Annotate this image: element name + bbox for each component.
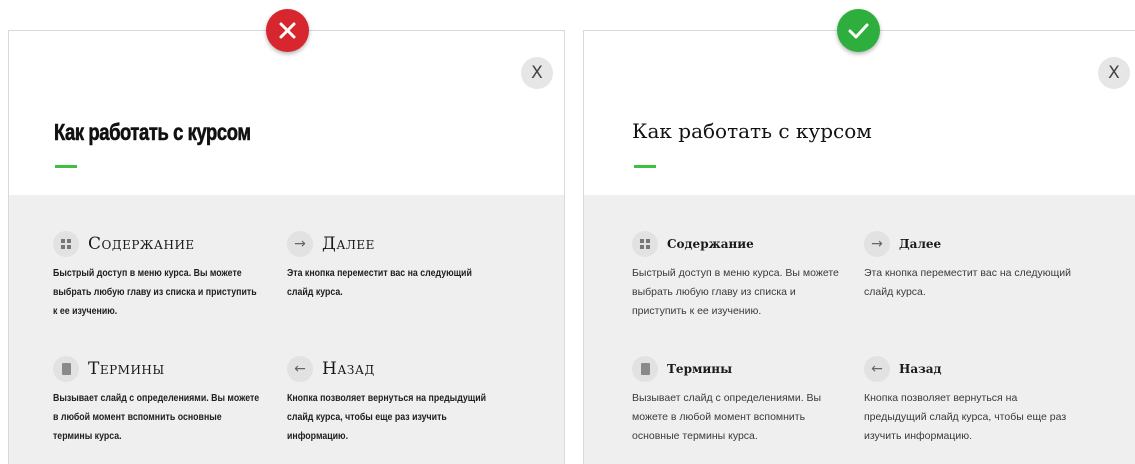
item-description: Быстрый доступ в меню курса. Вы можете в… — [632, 267, 839, 317]
item-description: Вызывает слайд с определениями. Вы может… — [632, 392, 822, 442]
arrow-right-icon[interactable]: → — [864, 231, 890, 257]
book-icon[interactable] — [53, 356, 79, 382]
item-title: Назад — [322, 359, 375, 379]
arrow-left-icon[interactable]: ← — [287, 356, 313, 382]
book-icon[interactable] — [632, 356, 658, 382]
contents-item: Содержание Быстрый доступ в меню курса. … — [632, 231, 842, 321]
item-description: Эта кнопка переместит вас на следующий с… — [287, 268, 472, 298]
item-title: Далее — [899, 237, 942, 251]
item-title: Термины — [667, 362, 733, 376]
title-underline — [55, 165, 77, 168]
item-description: Эта кнопка переместит вас на следующий с… — [864, 267, 1072, 298]
good-example-panel: X Как работать с курсом Содержание Быстр… — [583, 30, 1135, 464]
title-underline — [634, 165, 656, 168]
item-description: Быстрый доступ в меню курса. Вы можете в… — [53, 268, 257, 317]
page-title: Как работать с курсом — [54, 119, 251, 146]
check-icon — [837, 9, 880, 52]
bad-example-panel: X Как работать с курсом Содержание Быстр… — [8, 30, 565, 464]
page-title: Как работать с курсом — [632, 119, 872, 143]
arrow-left-icon[interactable]: ← — [864, 356, 890, 382]
contents-item: Содержание Быстрый доступ в меню курса. … — [53, 231, 288, 321]
grid-icon[interactable] — [53, 231, 79, 257]
next-item: → Далее Эта кнопка переместит вас на сле… — [864, 231, 1074, 302]
item-description: Кнопка позволяет вернуться на предыдущий… — [287, 393, 487, 442]
item-title: Далее — [322, 234, 375, 254]
arrow-right-icon[interactable]: → — [287, 231, 313, 257]
grid-icon[interactable] — [632, 231, 658, 257]
item-description: Вызывает слайд с определениями. Вы может… — [53, 393, 260, 442]
item-title: Назад — [899, 362, 942, 376]
item-title: Содержание — [88, 234, 195, 254]
terms-item: Термины Вызывает слайд с определениями. … — [632, 356, 842, 446]
terms-item: Термины Вызывает слайд с определениями. … — [53, 356, 288, 446]
item-title: Содержание — [667, 237, 754, 251]
close-button[interactable]: X — [521, 57, 553, 89]
back-item: ← Назад Кнопка позволяет вернуться на пр… — [287, 356, 522, 446]
item-title: Термины — [88, 359, 165, 379]
next-item: → Далее Эта кнопка переместит вас на сле… — [287, 231, 522, 302]
item-description: Кнопка позволяет вернуться на предыдущий… — [864, 392, 1067, 442]
back-item: ← Назад Кнопка позволяет вернуться на пр… — [864, 356, 1074, 446]
x-icon — [266, 9, 309, 52]
close-button[interactable]: X — [1098, 57, 1130, 89]
